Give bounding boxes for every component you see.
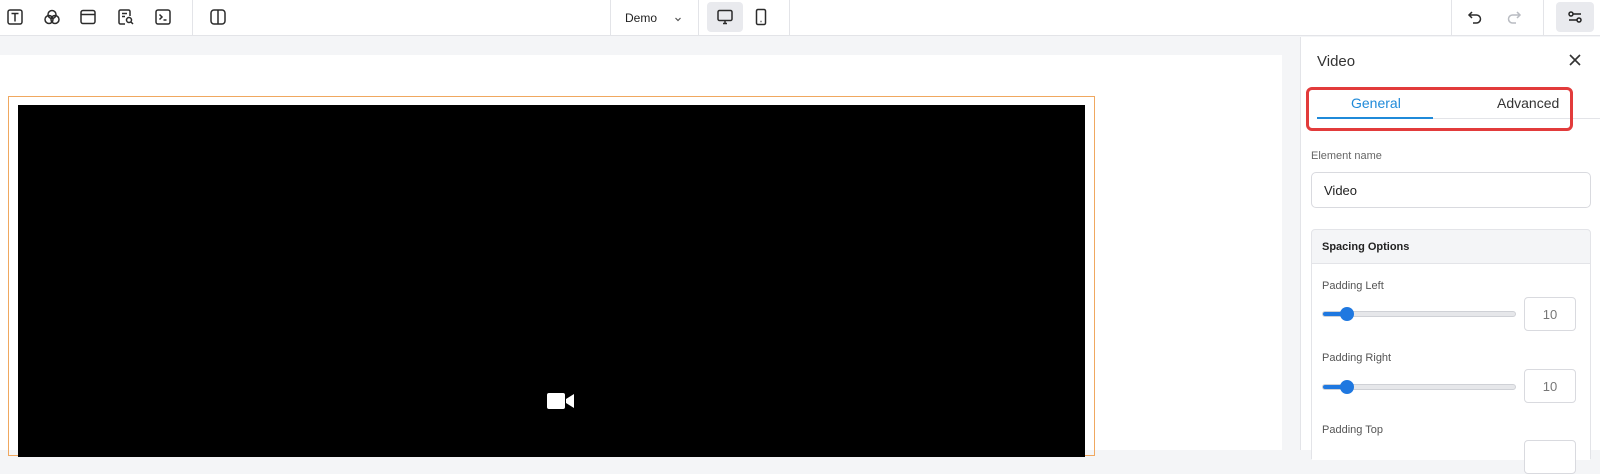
spacing-options-section: Spacing Options Padding Left Padding Rig… <box>1311 229 1591 474</box>
search-document-icon[interactable] <box>113 4 139 30</box>
project-select-label: Demo <box>625 11 658 25</box>
settings-toggle-button[interactable] <box>1556 2 1594 32</box>
sliders-icon <box>1568 11 1582 23</box>
toolbar-divider <box>192 0 193 36</box>
padding-right-input[interactable] <box>1524 369 1576 403</box>
padding-left-slider-thumb[interactable] <box>1340 307 1354 321</box>
toolbar-divider <box>1451 0 1452 36</box>
chevron-down-icon <box>673 13 683 23</box>
video-element-frame[interactable] <box>8 96 1095 457</box>
desktop-icon <box>717 9 733 25</box>
padding-right-label: Padding Right <box>1322 352 1392 364</box>
redo-icon[interactable] <box>1501 4 1527 30</box>
video-player[interactable] <box>18 105 1085 457</box>
padding-left-slider[interactable] <box>1322 307 1516 321</box>
desktop-view-button[interactable] <box>707 2 743 32</box>
editor-canvas[interactable] <box>0 55 1282 457</box>
toolbar-divider <box>789 0 790 36</box>
toolbar-divider <box>698 0 699 36</box>
element-name-label: Element name <box>1311 150 1382 162</box>
video-camera-icon <box>547 391 575 411</box>
top-toolbar: Demo <box>0 0 1600 36</box>
padding-top-label: Padding Top <box>1322 424 1383 436</box>
spacing-options-header[interactable]: Spacing Options <box>1312 230 1590 264</box>
toolbar-divider <box>1543 0 1544 36</box>
tabs-highlight-annotation <box>1306 87 1573 131</box>
undo-icon[interactable] <box>1462 4 1488 30</box>
text-icon[interactable] <box>2 4 28 30</box>
project-select[interactable]: Demo <box>610 0 698 36</box>
padding-top-input[interactable] <box>1524 440 1576 474</box>
mobile-view-button[interactable] <box>743 2 779 32</box>
panel-title: Video <box>1317 53 1356 70</box>
padding-right-slider-thumb[interactable] <box>1340 380 1354 394</box>
split-view-icon[interactable] <box>205 4 231 30</box>
element-name-input[interactable] <box>1311 172 1591 208</box>
window-icon[interactable] <box>75 4 101 30</box>
close-icon[interactable] <box>1567 52 1583 68</box>
padding-left-label: Padding Left <box>1322 280 1384 292</box>
spacing-options-body: Padding Left Padding Right Padding Top <box>1312 264 1590 474</box>
layers-icon[interactable] <box>39 4 65 30</box>
terminal-icon[interactable] <box>150 4 176 30</box>
padding-left-input[interactable] <box>1524 297 1576 331</box>
padding-right-slider[interactable] <box>1322 380 1516 394</box>
mobile-icon <box>755 8 767 26</box>
